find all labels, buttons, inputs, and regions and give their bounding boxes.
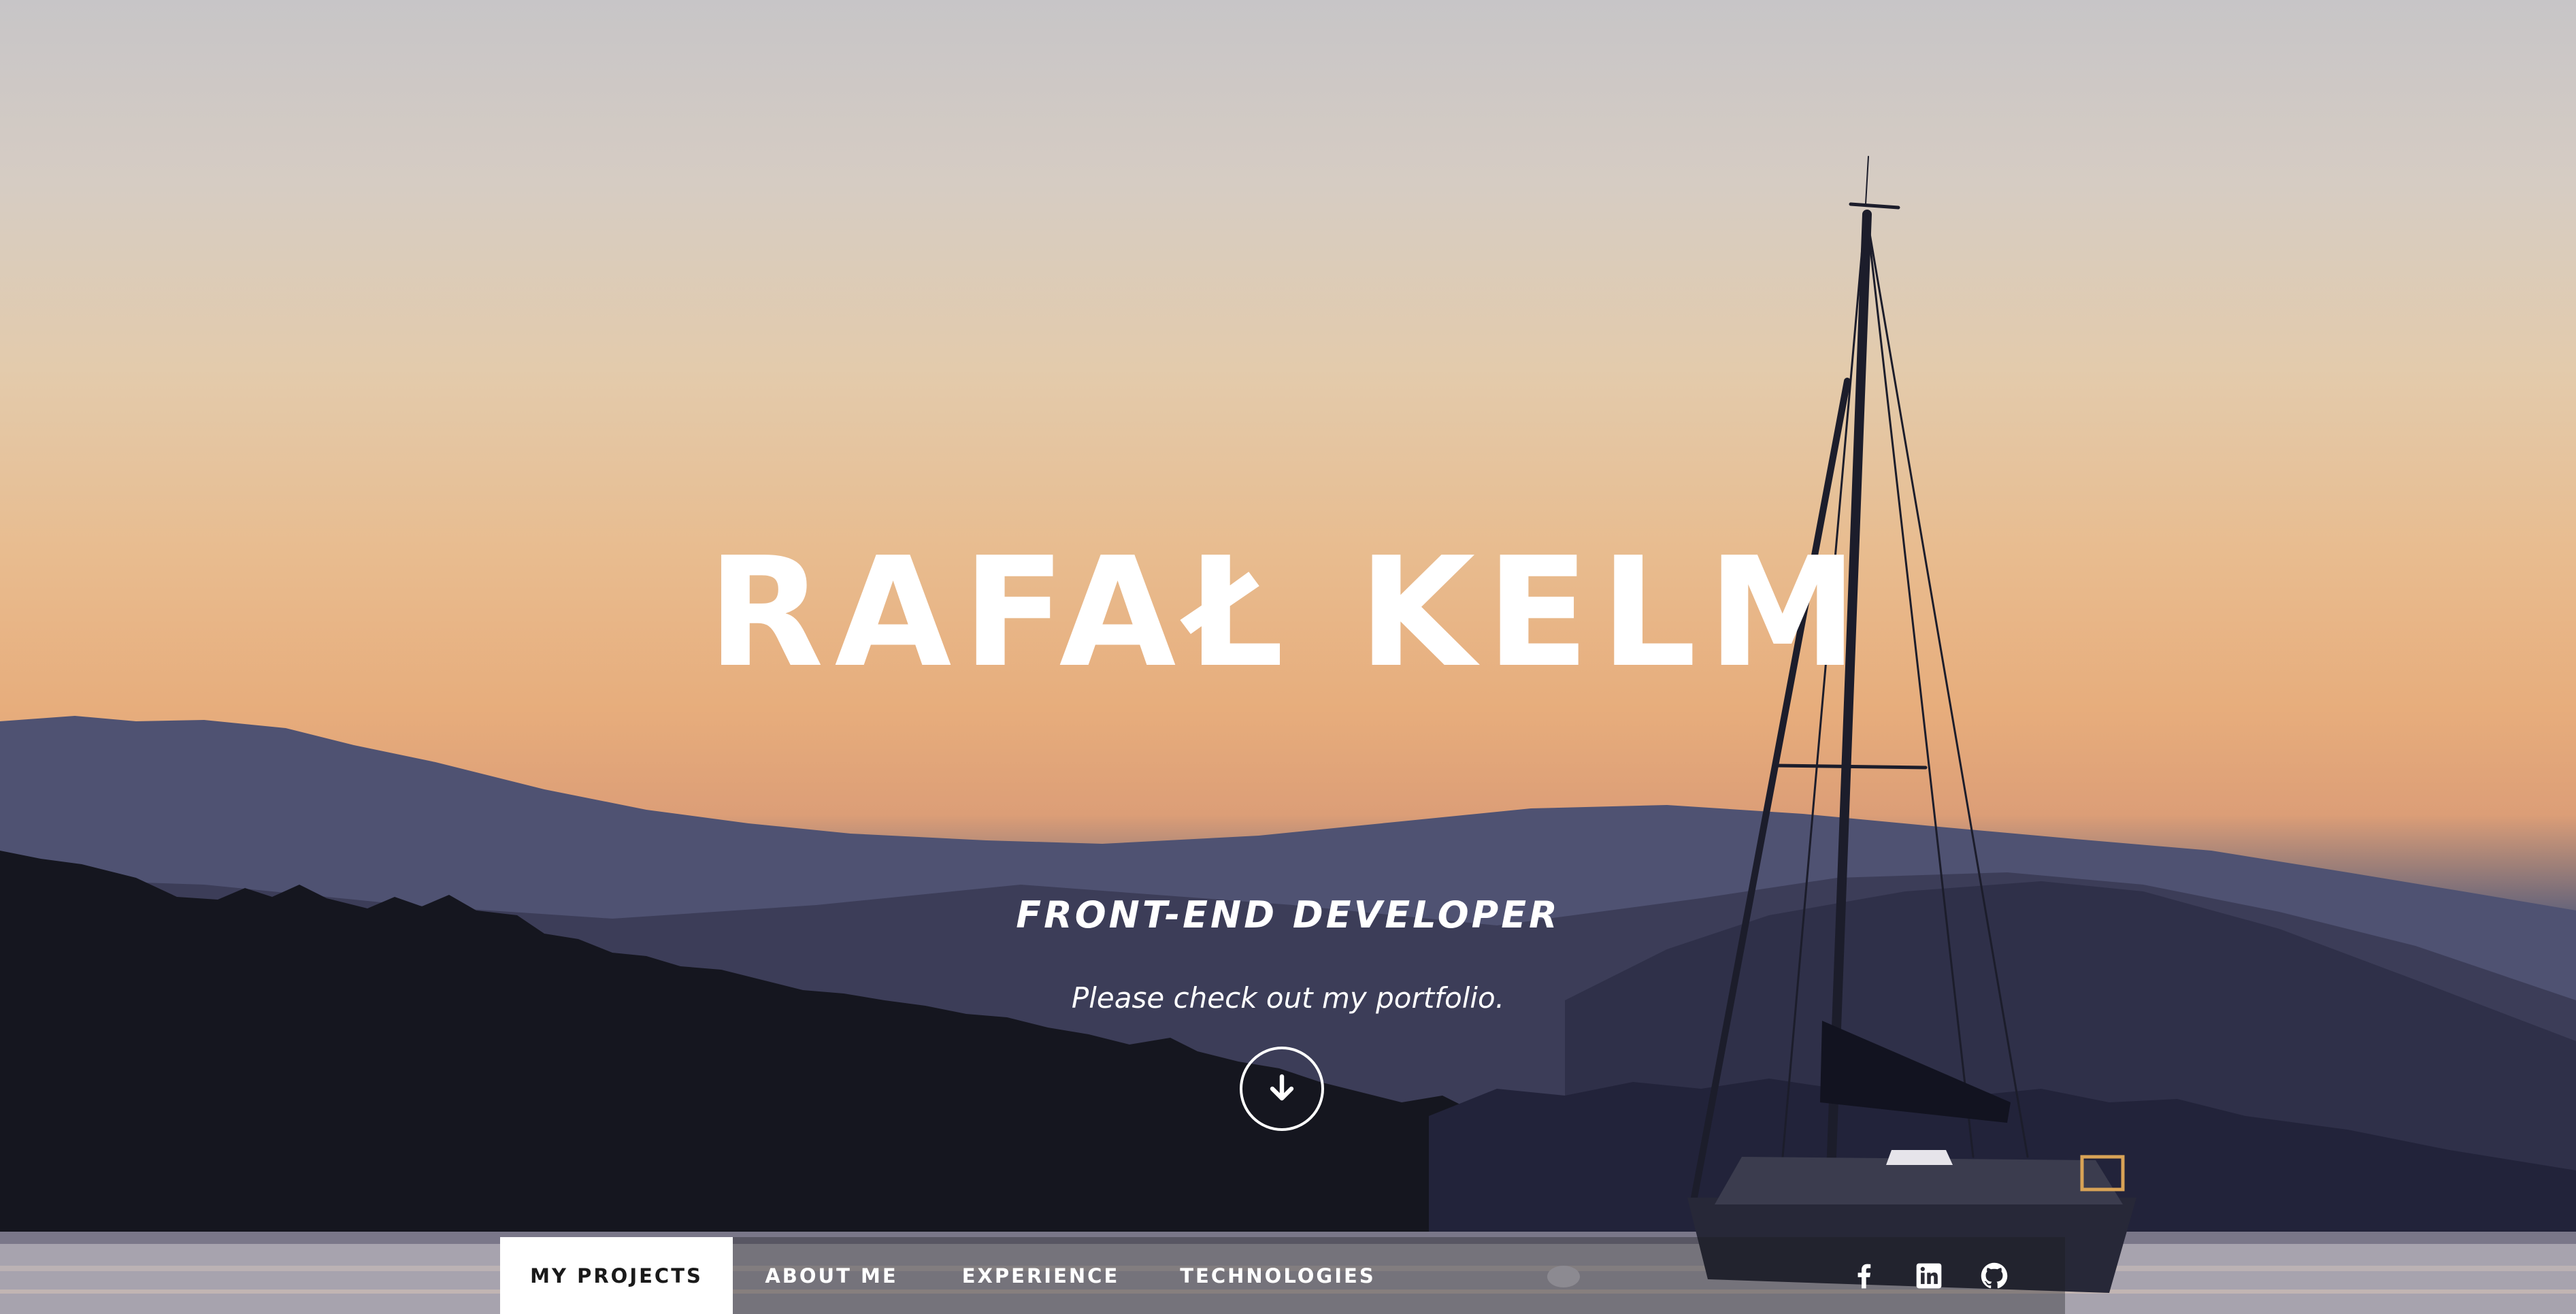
github-icon [1981,1262,2008,1288]
facebook-link[interactable] [1847,1260,1880,1292]
social-links [1847,1237,2011,1314]
nav-item-label: TECHNOLOGIES [1180,1264,1376,1287]
nav-item-label: ABOUT ME [765,1264,898,1287]
hero-section: RAFAŁ KELM FRONT-END DEVELOPER Please ch… [0,0,2576,1314]
github-link[interactable] [1978,1260,2011,1292]
nav-item-label: EXPERIENCE [961,1264,1120,1287]
nav-item-experience[interactable]: EXPERIENCE [930,1237,1151,1314]
hero-name-heading: RAFAŁ KELM [707,525,1869,701]
nav-item-technologies[interactable]: TECHNOLOGIES [1151,1237,1404,1314]
hero-tagline: Please check out my portfolio. [1071,981,1505,1015]
nav-item-about-me[interactable]: ABOUT ME [733,1237,930,1314]
linkedin-link[interactable] [1913,1260,1945,1292]
nav-item-my-projects[interactable]: MY PROJECTS [500,1237,733,1314]
nav-item-label: MY PROJECTS [530,1264,703,1287]
arrow-down-icon [1270,1074,1294,1101]
facebook-icon [1857,1264,1871,1288]
scroll-down-button[interactable] [1240,1047,1324,1131]
hero-role-subtitle: FRONT-END DEVELOPER [1016,893,1560,936]
main-navbar: MY PROJECTS ABOUT ME EXPERIENCE TECHNOLO… [500,1237,2065,1314]
linkedin-icon [1916,1263,1942,1288]
